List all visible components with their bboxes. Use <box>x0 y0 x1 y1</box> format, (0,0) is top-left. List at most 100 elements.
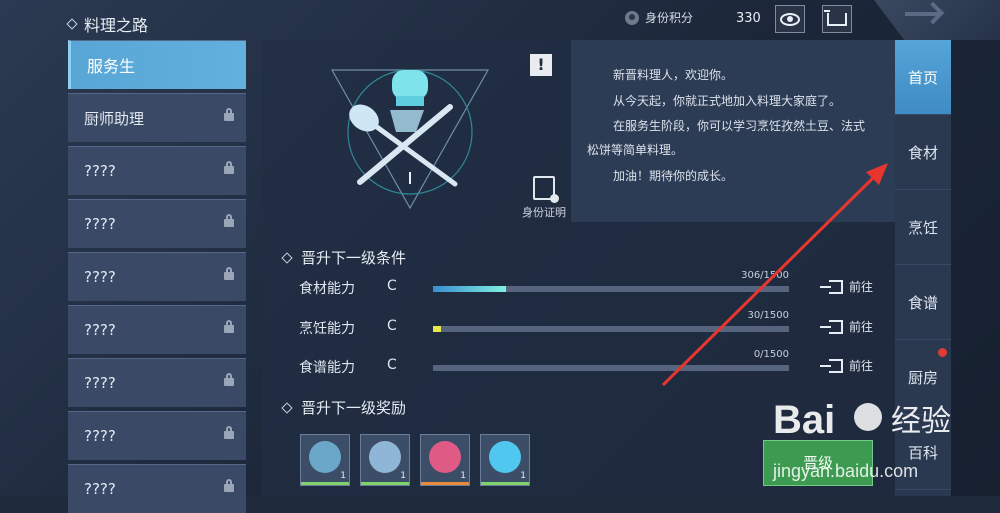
stat-grade: C <box>387 357 397 373</box>
top-bar: 料理之路 身份积分 330 <box>0 0 1000 40</box>
nav-item[interactable]: 首页 <box>895 40 951 115</box>
goto-label: 前往 <box>849 280 874 294</box>
intro-line: 新晋料理人，欢迎你。 <box>613 68 734 82</box>
goto-button[interactable]: 前往 <box>820 357 873 374</box>
level-item[interactable]: 服务生 <box>68 40 246 89</box>
level-label: 厨师助理 <box>84 109 145 128</box>
rewards-title-text: 晋升下一级奖励 <box>301 399 407 417</box>
page-title: 料理之路 <box>84 16 149 35</box>
nav-label: 首页 <box>907 68 938 87</box>
rewards-title: 晋升下一级奖励 <box>281 397 407 418</box>
enter-icon <box>820 319 843 334</box>
level-list: 服务生厨师助理???????????????????????????? <box>68 40 246 513</box>
lock-icon <box>224 161 234 174</box>
enter-icon <box>820 358 843 373</box>
lock-icon <box>224 320 234 333</box>
chef-emblem-icon <box>330 69 490 210</box>
intro-line: 在服务生阶段，你可以学习烹饪孜然土豆、法式 <box>613 119 866 133</box>
stat-name: 食谱能力 <box>299 360 355 376</box>
reward-item[interactable]: 1 <box>300 434 350 486</box>
nav-label: 食材 <box>907 143 938 162</box>
back-arrow-icon <box>905 12 939 16</box>
nav-item[interactable]: 烹饪 <box>895 190 951 265</box>
stat-name: 烹饪能力 <box>299 321 355 337</box>
rarity-strip <box>421 482 469 485</box>
intro-line: 从今天起，你就正式地加入料理大家庭了。 <box>613 94 842 108</box>
nav-label: 食谱 <box>907 293 938 312</box>
level-item[interactable]: ???? <box>68 252 246 301</box>
progress-bar <box>433 286 789 292</box>
level-item[interactable]: ???? <box>68 199 246 248</box>
intro-line: 加油！期待你的成长。 <box>613 169 734 183</box>
donut-icon <box>429 441 461 473</box>
level-label: ???? <box>84 268 116 286</box>
id-card-icon <box>533 176 559 203</box>
reward-count: 1 <box>520 471 526 481</box>
nav-item[interactable]: 食谱 <box>895 265 951 340</box>
id-certificate-button[interactable]: 身份证明 <box>514 176 574 220</box>
stat-row: 烹饪能力 C 30/1500 前往 <box>299 310 889 342</box>
watermark-url: jingyan.baidu.com <box>772 461 918 481</box>
intro-line: 松饼等简单料理。 <box>587 143 684 157</box>
level-item[interactable]: 厨师助理 <box>68 93 246 142</box>
shop-button[interactable] <box>822 5 852 33</box>
reward-count: 1 <box>460 471 466 481</box>
crystal-icon <box>369 441 401 473</box>
reward-count: 1 <box>340 471 346 481</box>
progress-bar <box>433 365 789 371</box>
identity-score-label: 身份积分 <box>645 11 694 25</box>
level-label: ???? <box>84 480 116 498</box>
level-label: ???? <box>84 162 116 180</box>
goto-label: 前往 <box>849 320 874 334</box>
diamond-icon <box>489 441 521 473</box>
id-certificate-label: 身份证明 <box>522 206 566 219</box>
reward-item[interactable]: 1 <box>360 434 410 486</box>
identity-score-value: 330 <box>736 11 761 26</box>
title-group: 料理之路 <box>66 12 149 36</box>
goto-button[interactable]: 前往 <box>820 278 874 295</box>
level-item[interactable]: ???? <box>68 358 246 407</box>
level-item[interactable]: ???? <box>68 146 246 195</box>
lock-icon <box>224 479 234 492</box>
rarity-strip <box>481 482 529 485</box>
info-button[interactable]: ! <box>530 54 552 76</box>
cart-icon <box>824 9 847 26</box>
diamond-icon <box>66 18 78 30</box>
chef-emblem-icon <box>309 441 341 473</box>
conditions-title-text: 晋升下一级条件 <box>301 249 407 267</box>
level-label: ???? <box>84 215 116 233</box>
lock-icon <box>224 267 234 280</box>
conditions-title: 晋升下一级条件 <box>281 247 407 268</box>
level-item[interactable]: ???? <box>68 464 246 513</box>
enter-icon <box>820 279 843 294</box>
baidu-watermark: Bai 经验 jingyan.baidu.com <box>772 398 951 481</box>
diamond-icon <box>281 401 293 414</box>
reward-item[interactable]: 1 <box>480 434 530 486</box>
view-button[interactable] <box>775 5 805 33</box>
lock-icon <box>224 214 234 227</box>
level-label: ???? <box>84 427 116 445</box>
identity-score: 身份积分 <box>625 9 693 26</box>
stat-grade: C <box>387 318 397 334</box>
progress-fill <box>433 326 441 332</box>
level-label: ???? <box>84 374 116 392</box>
stat-row: 食材能力 C 306/1500 前往 <box>299 270 889 302</box>
goto-button[interactable]: 前往 <box>820 318 874 335</box>
nav-item[interactable]: 食材 <box>895 115 951 190</box>
lock-icon <box>224 373 234 386</box>
stat-row: 食谱能力 C 0/1500 前往 <box>299 349 889 381</box>
stat-grade: C <box>387 278 397 294</box>
level-item[interactable]: ???? <box>68 305 246 354</box>
reward-item[interactable]: 1 <box>420 434 470 486</box>
level-label: ???? <box>84 321 116 339</box>
lock-icon <box>224 108 234 121</box>
nav-label: 烹饪 <box>907 218 938 237</box>
level-item[interactable]: ???? <box>68 411 246 460</box>
progress-bar <box>433 326 789 332</box>
stat-value: 30/1500 <box>747 310 789 321</box>
stat-value: 0/1500 <box>753 349 789 360</box>
progress-fill <box>433 286 506 292</box>
level-label: 服务生 <box>87 57 136 76</box>
rarity-strip <box>301 482 349 485</box>
notification-dot-icon <box>938 348 947 357</box>
